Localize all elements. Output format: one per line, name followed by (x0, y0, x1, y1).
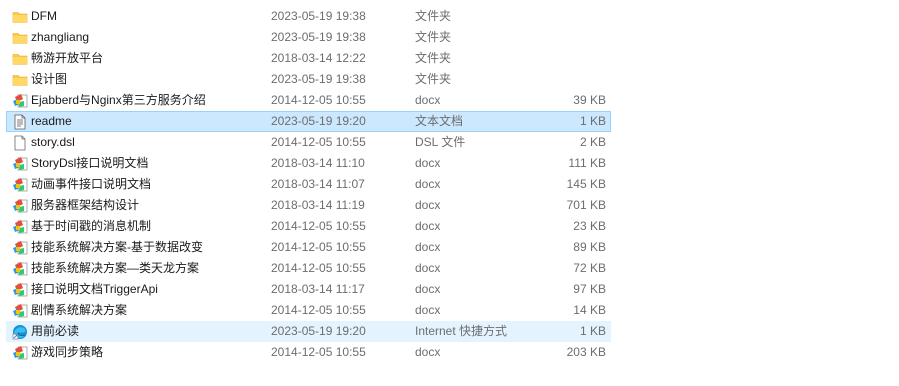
file-name: story.dsl (31, 135, 75, 149)
docx-icon (12, 282, 28, 298)
file-name: readme (31, 114, 72, 128)
file-size: 1 KB (579, 324, 606, 338)
file-row[interactable]: readme 2023-05-19 19:20 文本文档 1 KB (6, 111, 611, 132)
file-list: DFM 2023-05-19 19:38 文件夹 zhangliang 2023… (0, 6, 899, 363)
file-date: 2018-03-14 11:19 (271, 198, 365, 212)
folder-icon (12, 9, 28, 25)
file-name: 基于时间戳的消息机制 (31, 219, 152, 233)
file-row[interactable]: 动画事件接口说明文档 2018-03-14 11:07 docx 145 KB (6, 174, 611, 195)
file-row[interactable]: StoryDsl接口说明文档 2018-03-14 11:10 docx 111… (6, 153, 611, 174)
file-type: docx (415, 177, 441, 191)
folder-icon (12, 51, 28, 67)
file-name: 用前必读 (31, 324, 80, 338)
file-date: 2018-03-14 11:10 (271, 156, 365, 170)
file-date: 2018-03-14 12:22 (271, 51, 366, 65)
docx-icon (12, 240, 28, 256)
file-size: 72 KB (573, 261, 606, 275)
docx-icon (12, 219, 28, 235)
file-name: 技能系统解决方案—类天龙方案 (31, 261, 200, 275)
file-date: 2014-12-05 10:55 (271, 261, 366, 275)
file-type: docx (415, 198, 441, 212)
file-size: 89 KB (573, 240, 606, 254)
file-size: 23 KB (573, 219, 606, 233)
file-name: 游戏同步策略 (31, 345, 104, 359)
file-date: 2014-12-05 10:55 (271, 219, 366, 233)
file-name: 剧情系统解决方案 (31, 303, 128, 317)
file-type: docx (415, 93, 441, 107)
file-row[interactable]: 设计图 2023-05-19 19:38 文件夹 (6, 69, 611, 90)
file-type: 文件夹 (415, 72, 452, 86)
file-type: 文本文档 (415, 114, 464, 128)
file-size: 1 KB (579, 114, 606, 128)
file-name: Ejabberd与Nginx第三方服务介绍 (31, 93, 206, 107)
file-row[interactable]: DFM 2023-05-19 19:38 文件夹 (6, 6, 611, 27)
file-type: 文件夹 (415, 9, 452, 23)
file-date: 2014-12-05 10:55 (271, 240, 366, 254)
file-size: 14 KB (573, 303, 606, 317)
docx-icon (12, 177, 28, 193)
file-size: 111 KB (568, 156, 606, 170)
file-type: docx (415, 240, 441, 254)
file-row[interactable]: 技能系统解决方案-基于数据改变 2014-12-05 10:55 docx 89… (6, 237, 611, 258)
file-name: DFM (31, 9, 57, 23)
file-type: docx (415, 156, 441, 170)
file-type: docx (415, 282, 441, 296)
file-date: 2023-05-19 19:20 (271, 114, 366, 128)
file-date: 2014-12-05 10:55 (271, 303, 366, 317)
docx-icon (12, 345, 28, 361)
file-date: 2014-12-05 10:55 (271, 93, 366, 107)
file-type: 文件夹 (415, 30, 452, 44)
file-type: DSL 文件 (415, 135, 466, 149)
file-name: zhangliang (31, 30, 90, 44)
file-name: 动画事件接口说明文档 (31, 177, 152, 191)
file-date: 2018-03-14 11:07 (271, 177, 365, 191)
file-size: 97 KB (573, 282, 606, 296)
docx-icon (12, 303, 28, 319)
file-size: 2 KB (579, 135, 606, 149)
file-row[interactable]: 用前必读 2023-05-19 19:20 Internet 快捷方式 1 KB (6, 321, 611, 342)
file-type: 文件夹 (415, 51, 452, 65)
docx-icon (12, 93, 28, 109)
file-row[interactable]: 畅游开放平台 2018-03-14 12:22 文件夹 (6, 48, 611, 69)
file-size: 145 KB (566, 177, 606, 191)
file-row[interactable]: zhangliang 2023-05-19 19:38 文件夹 (6, 27, 611, 48)
file-name: 设计图 (31, 72, 68, 86)
docx-icon (12, 261, 28, 277)
file-type: docx (415, 219, 441, 233)
file-row[interactable]: 剧情系统解决方案 2014-12-05 10:55 docx 14 KB (6, 300, 611, 321)
file-row[interactable]: 服务器框架结构设计 2018-03-14 11:19 docx 701 KB (6, 195, 611, 216)
file-name: 服务器框架结构设计 (31, 198, 140, 212)
file-name: 接口说明文档TriggerApi (31, 282, 158, 296)
file-size: 203 KB (566, 345, 606, 359)
file-type: docx (415, 261, 441, 275)
file-size: 701 KB (566, 198, 606, 212)
folder-icon (12, 30, 28, 46)
file-type: docx (415, 345, 441, 359)
edge-shortcut-icon (12, 324, 28, 340)
file-type: docx (415, 303, 441, 317)
file-name: 技能系统解决方案-基于数据改变 (31, 240, 203, 254)
file-date: 2023-05-19 19:38 (271, 30, 366, 44)
file-row[interactable]: story.dsl 2014-12-05 10:55 DSL 文件 2 KB (6, 132, 611, 153)
file-row[interactable]: 游戏同步策略 2014-12-05 10:55 docx 203 KB (6, 342, 611, 363)
file-date: 2014-12-05 10:55 (271, 135, 366, 149)
docx-icon (12, 156, 28, 172)
docx-icon (12, 198, 28, 214)
file-type: Internet 快捷方式 (415, 324, 508, 338)
file-row[interactable]: 基于时间戳的消息机制 2014-12-05 10:55 docx 23 KB (6, 216, 611, 237)
file-date: 2023-05-19 19:38 (271, 9, 366, 23)
file-date: 2023-05-19 19:38 (271, 72, 366, 86)
file-size: 39 KB (573, 93, 606, 107)
file-name: StoryDsl接口说明文档 (31, 156, 149, 170)
file-row[interactable]: Ejabberd与Nginx第三方服务介绍 2014-12-05 10:55 d… (6, 90, 611, 111)
file-date: 2014-12-05 10:55 (271, 345, 366, 359)
text-file-icon (12, 114, 28, 130)
folder-icon (12, 72, 28, 88)
file-date: 2018-03-14 11:17 (271, 282, 365, 296)
file-row[interactable]: 技能系统解决方案—类天龙方案 2014-12-05 10:55 docx 72 … (6, 258, 611, 279)
file-row[interactable]: 接口说明文档TriggerApi 2018-03-14 11:17 docx 9… (6, 279, 611, 300)
file-name: 畅游开放平台 (31, 51, 104, 65)
file-date: 2023-05-19 19:20 (271, 324, 366, 338)
blank-file-icon (12, 135, 28, 151)
